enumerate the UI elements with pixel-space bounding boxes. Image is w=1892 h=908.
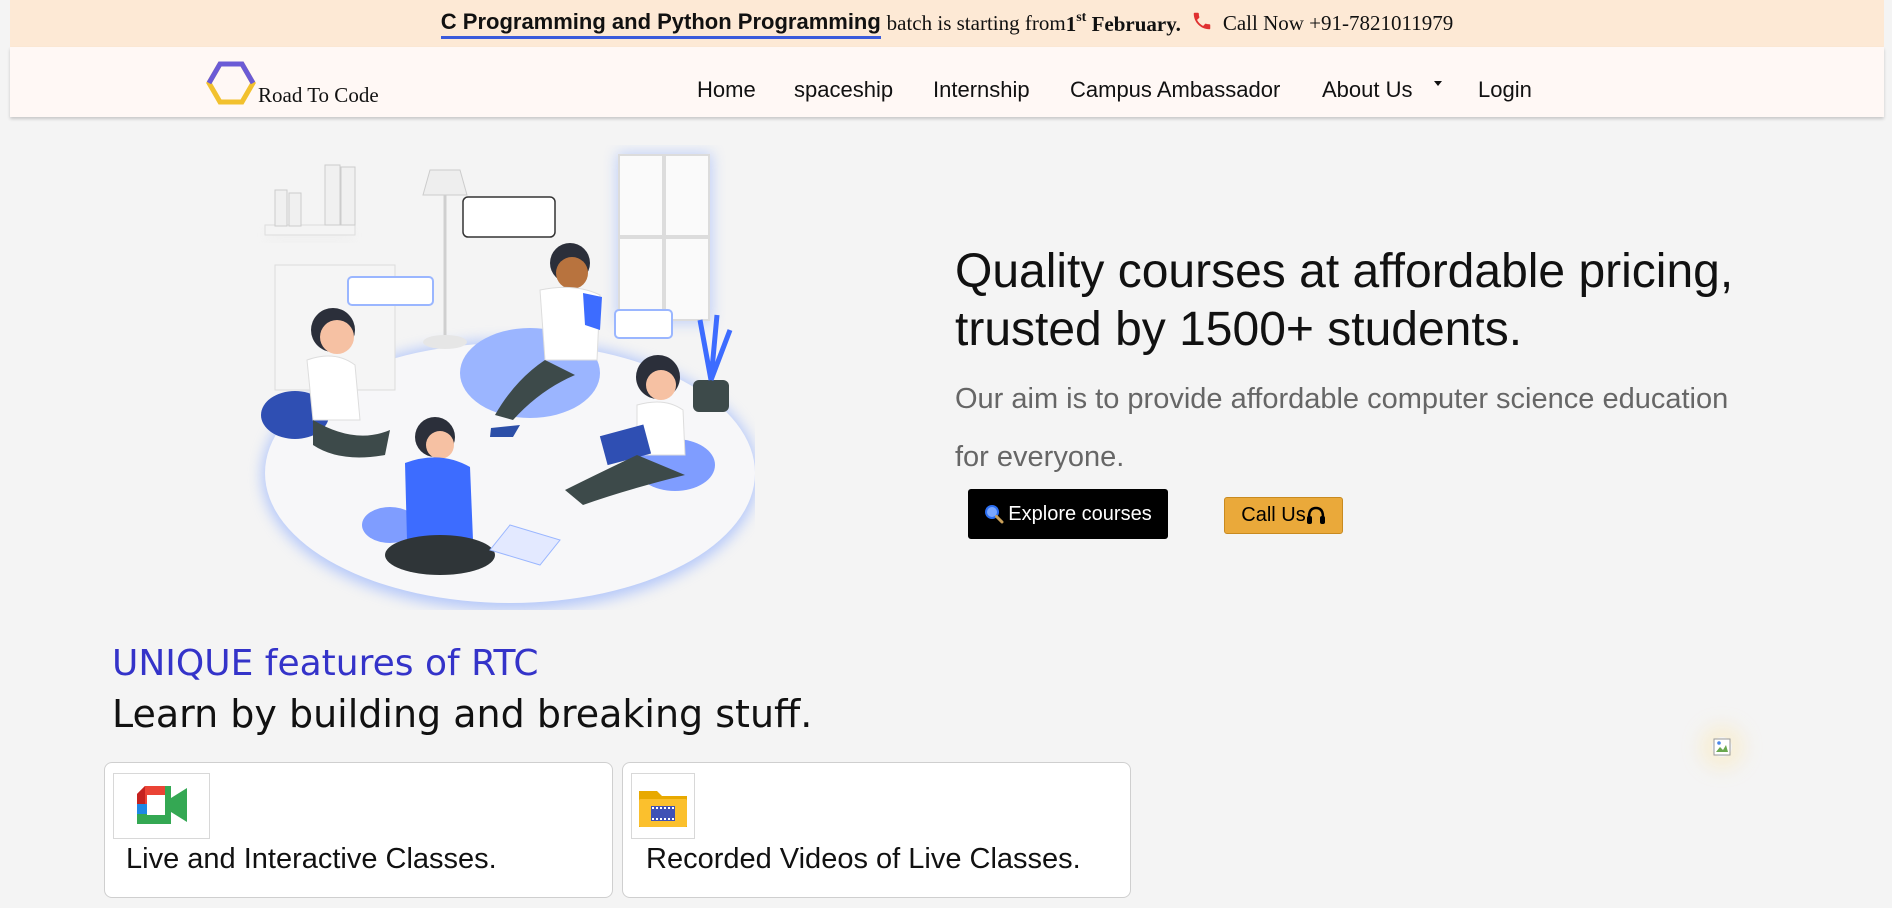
- feature-card-recorded-videos: Recorded Videos of Live Classes.: [622, 762, 1131, 898]
- phone-icon: [1191, 10, 1213, 38]
- feature-icon-box: [631, 773, 695, 839]
- announcement-course-link[interactable]: C Programming and Python Programming: [440, 9, 881, 39]
- floating-chat-widget[interactable]: [1712, 737, 1732, 757]
- announcement-date: 1st February.: [1066, 10, 1181, 37]
- call-us-label: Call Us: [1241, 504, 1306, 526]
- feature-label: Recorded Videos of Live Classes.: [646, 843, 1081, 875]
- announcement-date-month: February.: [1091, 12, 1181, 36]
- explore-courses-button[interactable]: Explore courses: [968, 489, 1168, 539]
- nav-about-us-dropdown[interactable]: About Us: [1322, 77, 1413, 103]
- nav-campus-ambassador[interactable]: Campus Ambassador: [1070, 77, 1280, 103]
- feature-card-live-classes: Live and Interactive Classes.: [104, 762, 613, 898]
- broken-image-icon: [1713, 738, 1731, 756]
- hero-subtitle: Our aim is to provide affordable compute…: [955, 383, 1729, 473]
- nav-internship[interactable]: Internship: [933, 77, 1030, 103]
- feature-label: Live and Interactive Classes.: [126, 843, 497, 875]
- features-kicker: UNIQUE features of RTC: [112, 643, 539, 684]
- headset-icon: [1306, 506, 1325, 524]
- hero-title: Quality courses at affordable pricing, t…: [955, 245, 1734, 356]
- explore-courses-label: Explore courses: [1008, 502, 1152, 525]
- chevron-down-icon: [1434, 81, 1442, 86]
- call-now-link[interactable]: Call Now +91-7821011979: [1223, 11, 1453, 36]
- nav-login[interactable]: Login: [1478, 77, 1532, 103]
- navbar: Road To Code Home spaceship Internship C…: [10, 47, 1884, 117]
- search-icon: [985, 505, 1004, 524]
- announcement-date-day: 1: [1065, 12, 1077, 36]
- video-meet-icon: [136, 786, 187, 824]
- feature-icon-box: [113, 773, 210, 839]
- nav-home[interactable]: Home: [697, 77, 756, 103]
- call-us-button[interactable]: Call Us: [1224, 497, 1343, 534]
- announcement-date-suffix: st: [1076, 10, 1087, 25]
- announcement-bar: C Programming and Python Programming bat…: [10, 0, 1884, 47]
- features-heading: Learn by building and breaking stuff.: [112, 692, 813, 736]
- nav-spaceship[interactable]: spaceship: [794, 77, 893, 103]
- nav-links: Home spaceship Internship Campus Ambassa…: [10, 47, 1884, 117]
- hero-illustration: [261, 153, 755, 610]
- video-folder-icon: [639, 791, 687, 827]
- announcement-text: batch is starting from: [886, 11, 1066, 35]
